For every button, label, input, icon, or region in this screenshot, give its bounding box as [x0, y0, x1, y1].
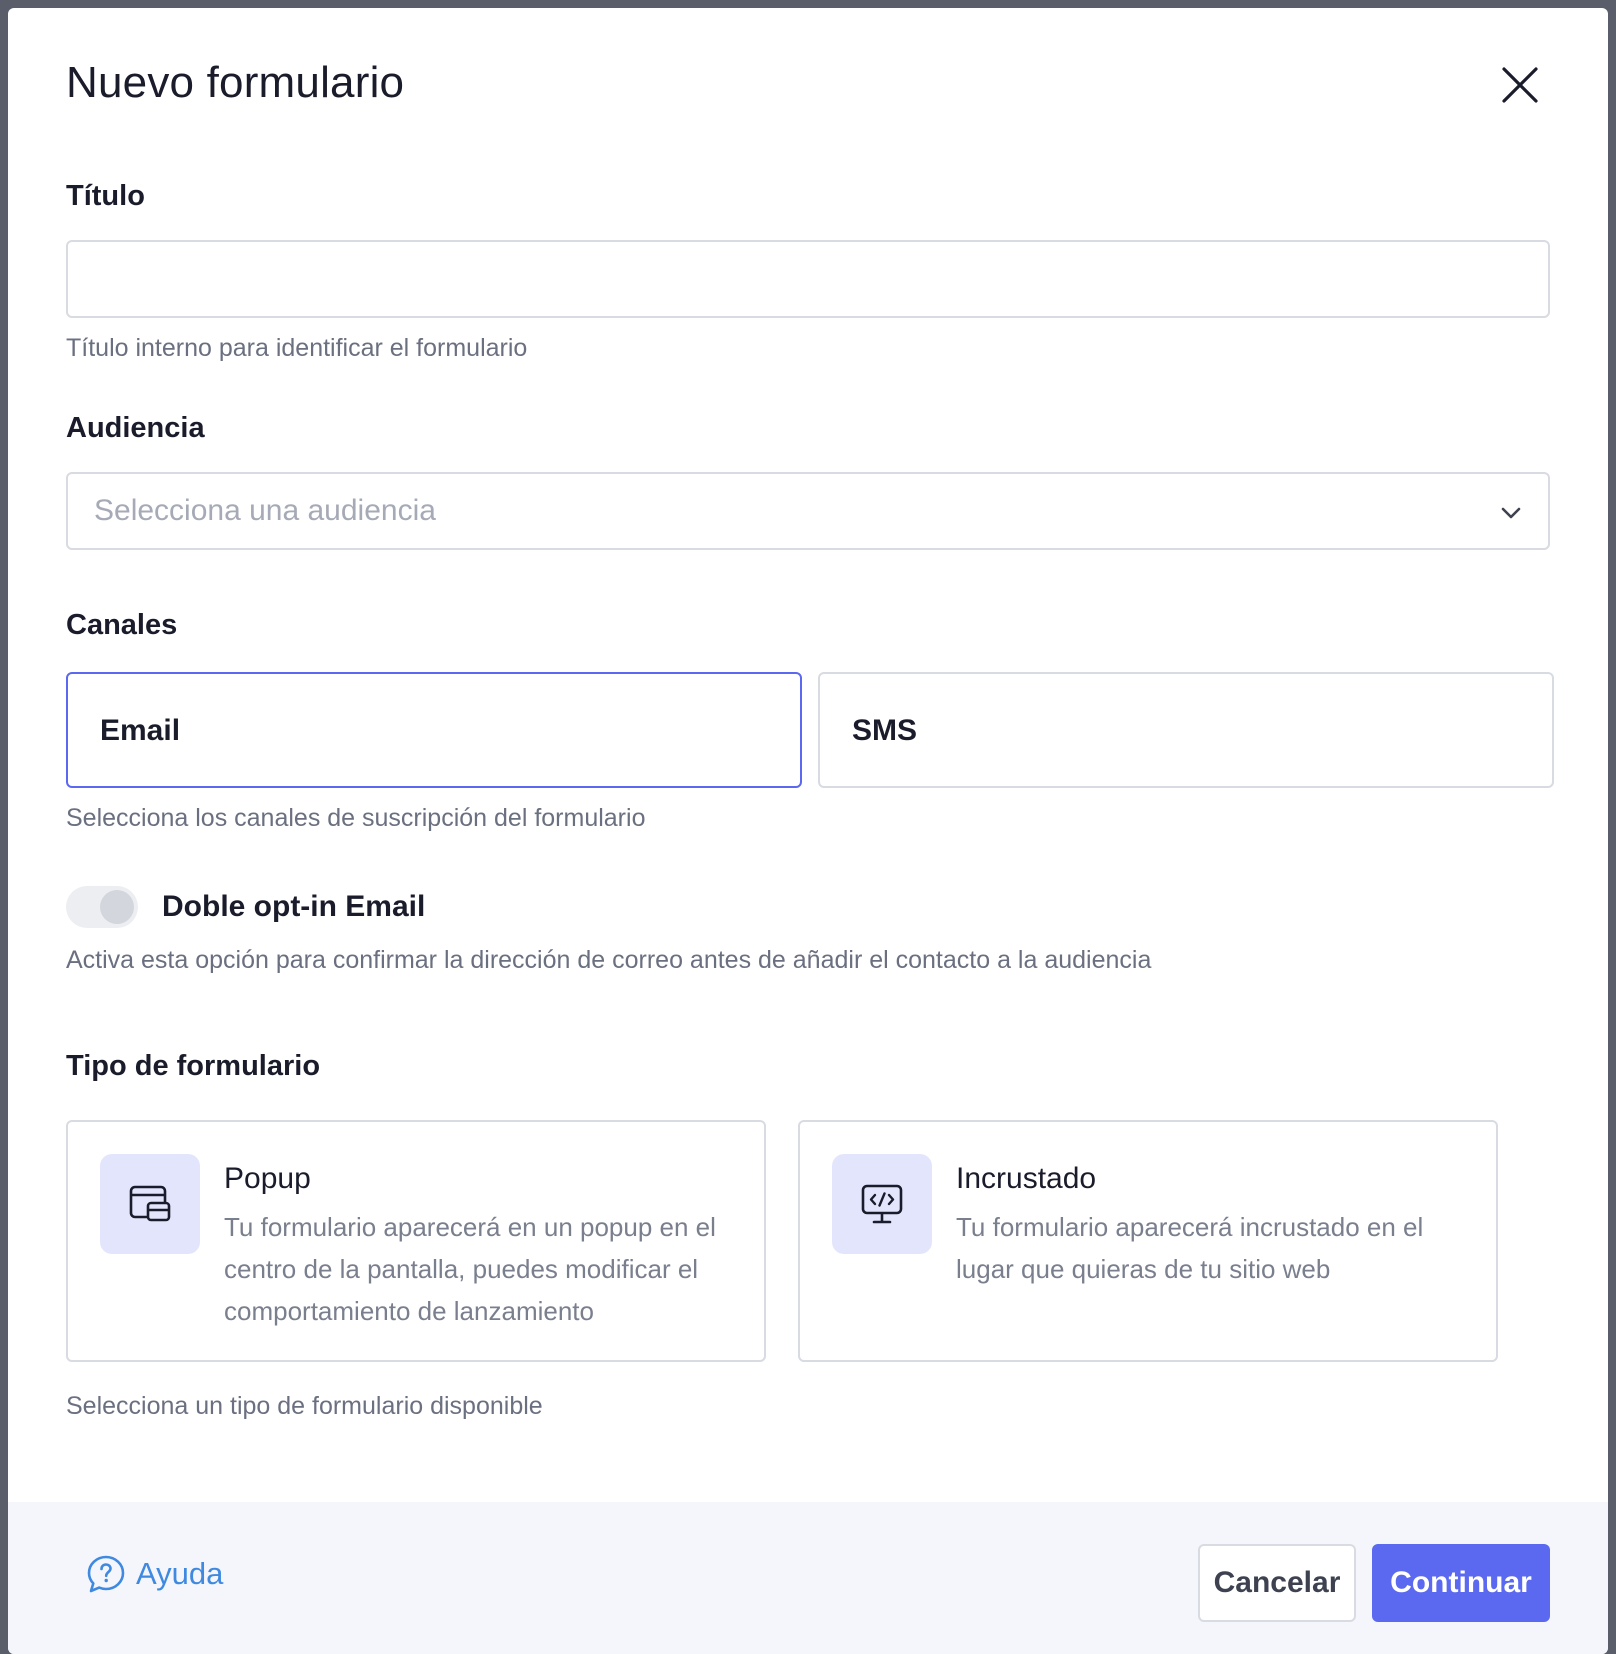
audience-select[interactable]: Selecciona una audiencia: [66, 472, 1550, 550]
channel-option-label: SMS: [852, 714, 918, 747]
audience-field-label: Audiencia: [66, 412, 205, 444]
modal-footer: Ayuda Cancelar Continuar: [8, 1502, 1608, 1654]
help-chat-icon: [87, 1555, 125, 1593]
modal-title: Nuevo formulario: [66, 58, 405, 107]
chevron-down-icon: [1501, 507, 1521, 519]
channel-option-sms[interactable]: SMS: [818, 672, 1554, 788]
audience-select-placeholder: Selecciona una audiencia: [94, 494, 436, 527]
form-type-icon-box: [100, 1154, 200, 1254]
cancel-button[interactable]: Cancelar: [1198, 1544, 1356, 1622]
title-field-label: Título: [66, 180, 145, 212]
title-field-hint: Título interno para identificar el formu…: [66, 334, 528, 362]
help-link[interactable]: Ayuda: [86, 1552, 223, 1596]
close-button[interactable]: [1498, 63, 1542, 107]
channels-label: Canales: [66, 609, 178, 641]
form-type-option-embedded[interactable]: Incrustado Tu formulario aparecerá incru…: [798, 1120, 1498, 1362]
channel-option-email[interactable]: Email: [66, 672, 802, 788]
double-optin-label: Doble opt-in Email: [162, 890, 426, 923]
continue-button[interactable]: Continuar: [1372, 1544, 1550, 1622]
double-optin-toggle[interactable]: [66, 886, 138, 928]
help-link-label: Ayuda: [136, 1556, 224, 1591]
form-type-title: Incrustado: [956, 1162, 1097, 1195]
form-type-icon-box: [832, 1154, 932, 1254]
new-form-modal: Nuevo formulario Título Título interno p…: [8, 8, 1608, 1654]
form-type-description: Tu formulario aparecerá en un popup en e…: [224, 1212, 716, 1326]
embed-code-monitor-icon: [861, 1184, 903, 1224]
popup-window-icon: [129, 1185, 171, 1222]
form-type-title: Popup: [224, 1162, 311, 1195]
toggle-knob: [100, 890, 134, 924]
form-type-label: Tipo de formulario: [66, 1050, 321, 1082]
channels-hint: Selecciona los canales de suscripción de…: [66, 804, 646, 832]
title-input[interactable]: [66, 240, 1550, 318]
form-type-description: Tu formulario aparecerá incrustado en el…: [956, 1212, 1424, 1284]
channel-option-label: Email: [100, 714, 181, 747]
double-optin-hint: Activa esta opción para confirmar la dir…: [66, 946, 1152, 974]
form-type-hint: Selecciona un tipo de formulario disponi…: [66, 1392, 543, 1420]
close-icon: [1502, 67, 1538, 103]
form-type-option-popup[interactable]: Popup Tu formulario aparecerá en un popu…: [66, 1120, 766, 1362]
